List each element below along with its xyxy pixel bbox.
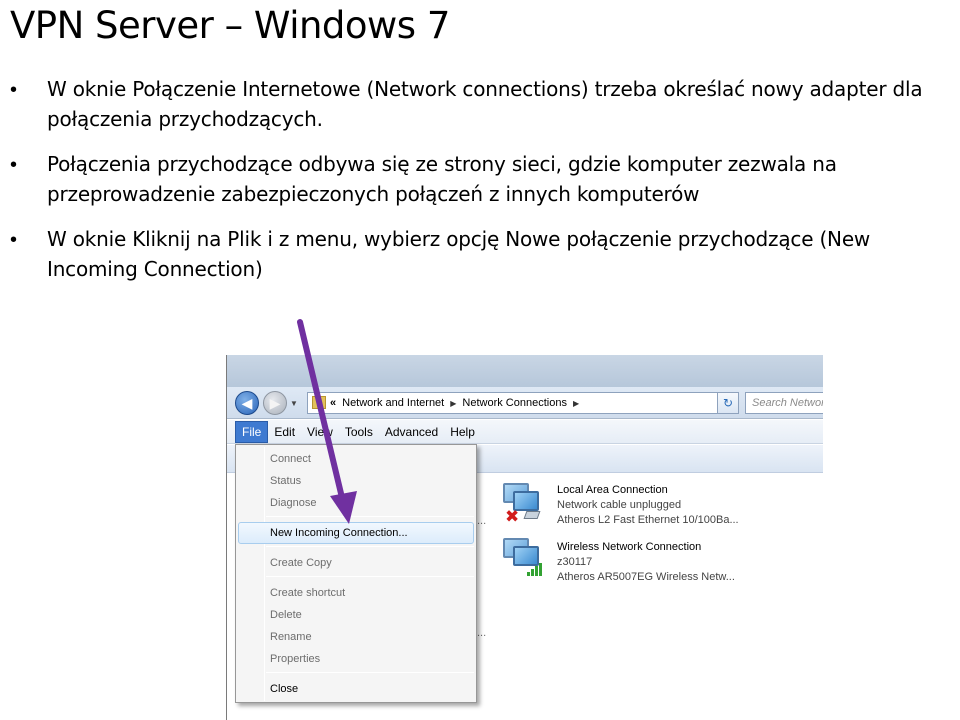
- bullet-text: W oknie Połączenie Internetowe (Network …: [47, 77, 923, 131]
- file-menu-dropdown: Connect Status Diagnose New Incoming Con…: [235, 444, 477, 703]
- connection-status: z30117: [557, 556, 593, 568]
- menu-item-properties[interactable]: Properties: [270, 649, 320, 669]
- connection-name: Local Area Connection: [557, 484, 668, 496]
- menu-separator: [266, 576, 474, 577]
- menu-item-delete[interactable]: Delete: [270, 605, 302, 625]
- breadcrumb-overflow[interactable]: «: [330, 397, 336, 409]
- menu-separator: [266, 672, 474, 673]
- menu-bar: File Edit View Tools Advanced Help: [227, 420, 823, 444]
- back-button[interactable]: ◀: [235, 391, 259, 415]
- network-folder-icon: [312, 396, 326, 409]
- refresh-icon: ↻: [722, 396, 734, 410]
- wired-network-disconnected-icon: ✖: [503, 483, 543, 527]
- bullet-text: Połączenia przychodzące odbywa się ze st…: [47, 152, 837, 206]
- bullet-text: W oknie Kliknij na Plik i z menu, wybier…: [47, 227, 871, 281]
- menu-item-create-copy[interactable]: Create Copy: [270, 553, 332, 573]
- breadcrumb-arrow-icon[interactable]: ▶: [450, 399, 456, 408]
- bullet-item: • Połączenia przychodzące odbywa się ze …: [10, 149, 955, 209]
- menu-help[interactable]: Help: [444, 422, 481, 442]
- breadcrumb-network-and-internet[interactable]: Network and Internet: [342, 397, 444, 409]
- connection-device: Atheros L2 Fast Ethernet 10/100Ba...: [557, 514, 739, 526]
- bullet-list: • W oknie Połączenie Internetowe (Networ…: [10, 74, 955, 299]
- menu-item-rename[interactable]: Rename: [270, 627, 312, 647]
- recent-pages-dropdown-icon[interactable]: ▼: [290, 399, 298, 408]
- menu-item-create-shortcut[interactable]: Create shortcut: [270, 583, 345, 603]
- menu-item-close[interactable]: Close: [270, 679, 298, 699]
- connection-status: Network cable unplugged: [557, 499, 682, 511]
- bullet-item: • W oknie Połączenie Internetowe (Networ…: [10, 74, 955, 134]
- menu-gutter: [264, 447, 265, 701]
- arrow-right-icon: ▶: [269, 394, 281, 411]
- bullet-item: • W oknie Kliknij na Plik i z menu, wybi…: [10, 224, 955, 284]
- error-x-icon: ✖: [505, 507, 520, 526]
- truncated-text-marker: ...: [477, 515, 487, 527]
- menu-item-diagnose[interactable]: Diagnose: [270, 493, 316, 513]
- bullet-symbol: •: [10, 79, 18, 101]
- connection-device: Atheros AR5007EG Wireless Netw...: [557, 571, 735, 583]
- search-input[interactable]: Search Network Connections: [745, 392, 823, 414]
- bullet-symbol: •: [10, 229, 18, 251]
- truncated-text-marker: ...: [477, 627, 487, 639]
- network-connections-window: ◀ ▶ ▼ « Network and Internet ▶ Network C…: [226, 355, 823, 720]
- connection-name: Wireless Network Connection: [557, 541, 702, 553]
- forward-button[interactable]: ▶: [263, 391, 287, 415]
- menu-separator: [266, 546, 474, 547]
- menu-tools[interactable]: Tools: [339, 422, 379, 442]
- menu-item-new-incoming-connection[interactable]: New Incoming Connection...: [270, 523, 408, 543]
- search-placeholder: Search Network Connections: [752, 397, 823, 409]
- address-box[interactable]: « Network and Internet ▶ Network Connect…: [307, 392, 739, 414]
- menu-view[interactable]: View: [301, 422, 339, 442]
- menu-advanced[interactable]: Advanced: [379, 422, 444, 442]
- menu-item-status[interactable]: Status: [270, 471, 301, 491]
- slide-title: VPN Server – Windows 7: [10, 4, 450, 47]
- wireless-network-icon: [503, 538, 543, 582]
- menu-edit[interactable]: Edit: [268, 422, 301, 442]
- breadcrumb-arrow-icon[interactable]: ▶: [573, 399, 579, 408]
- window-titlebar: [227, 355, 823, 387]
- menu-file[interactable]: File: [235, 420, 269, 443]
- arrow-left-icon: ◀: [241, 394, 253, 411]
- breadcrumb-network-connections[interactable]: Network Connections: [462, 397, 567, 409]
- menu-separator: [266, 516, 474, 517]
- address-bar-area: ◀ ▶ ▼ « Network and Internet ▶ Network C…: [227, 387, 823, 419]
- bullet-symbol: •: [10, 154, 18, 176]
- refresh-button[interactable]: ↻: [717, 392, 739, 414]
- menu-item-connect[interactable]: Connect: [270, 449, 311, 469]
